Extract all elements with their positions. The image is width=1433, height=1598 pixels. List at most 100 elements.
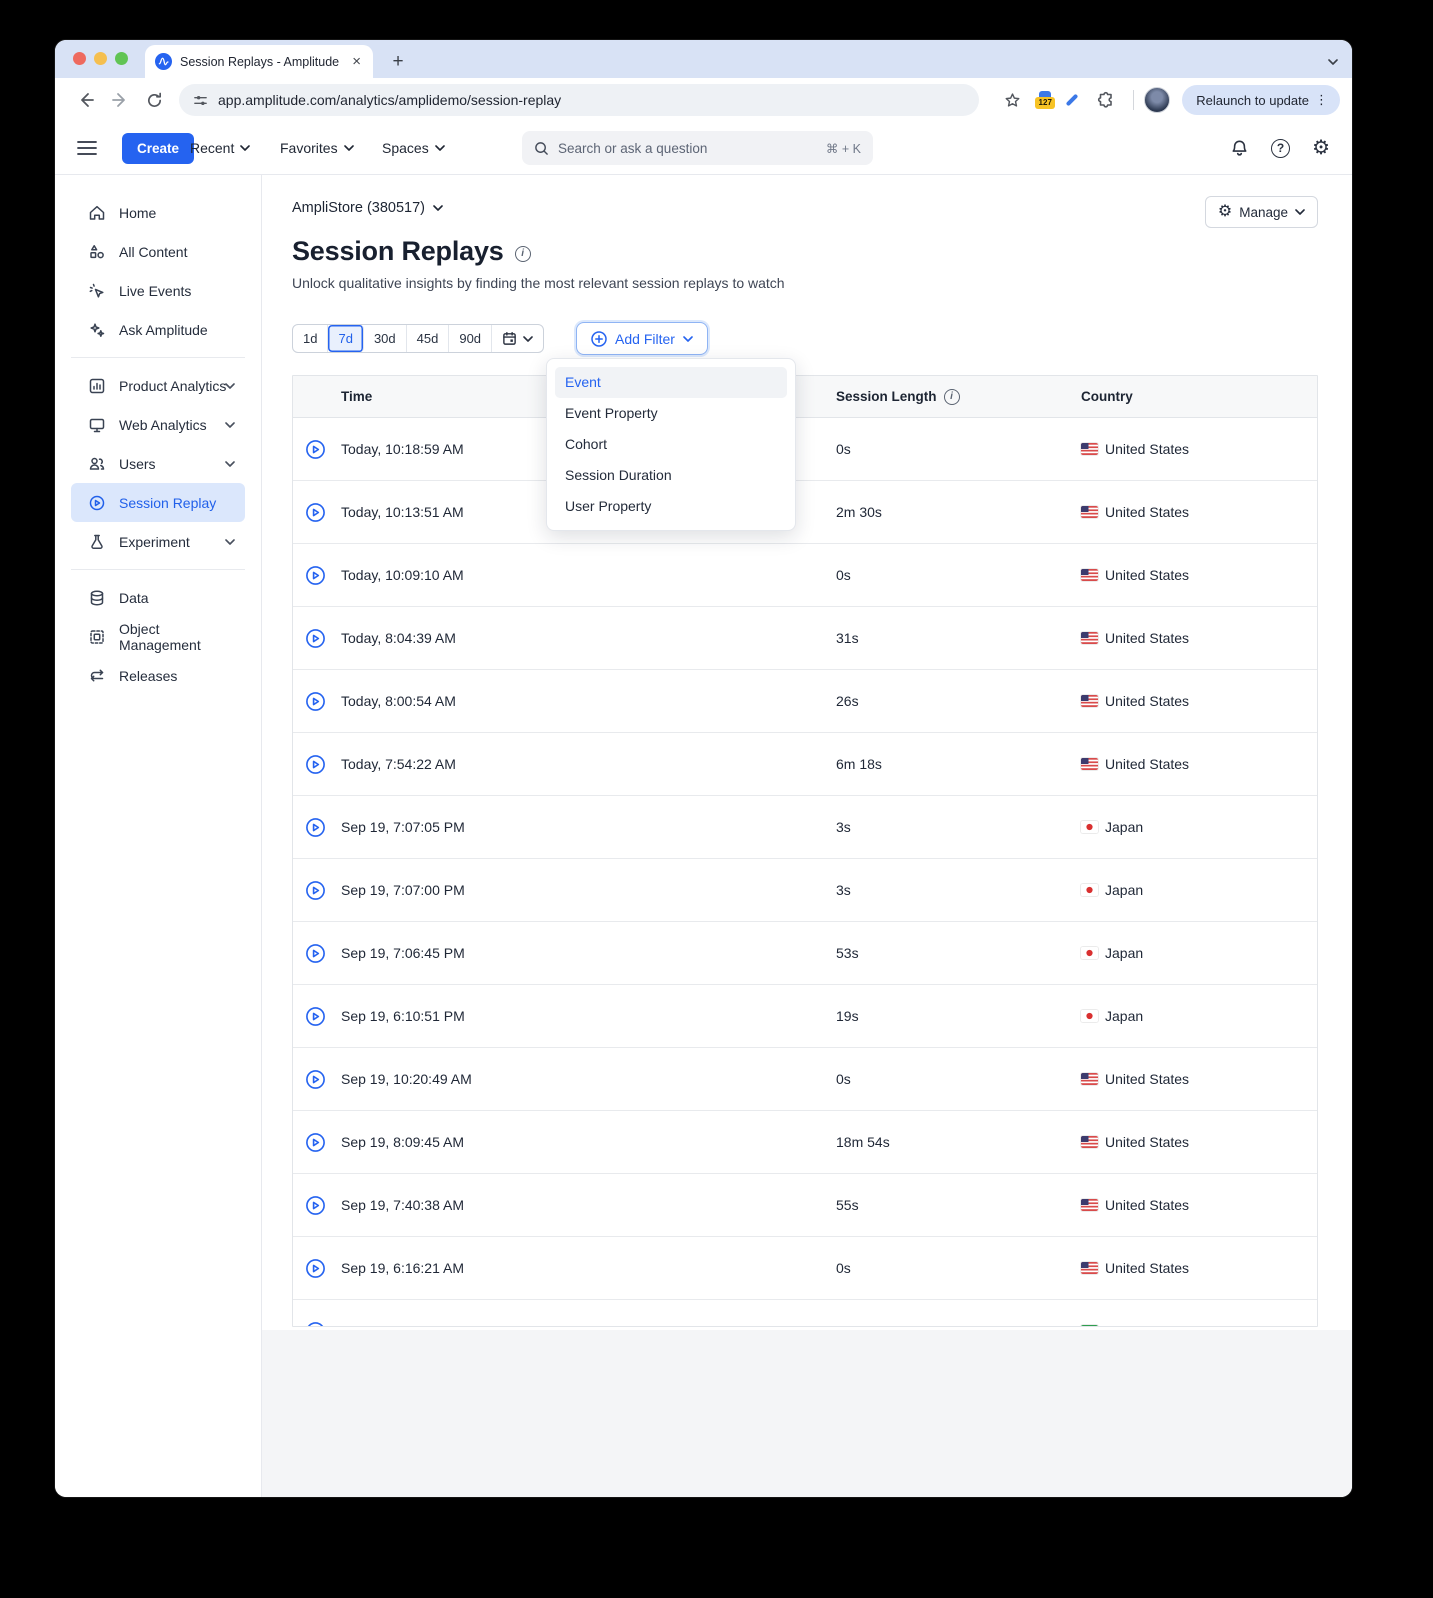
title-info-icon[interactable]: i (514, 245, 531, 262)
play-replay-icon[interactable] (305, 754, 326, 775)
menu-item-user-property[interactable]: User Property (555, 491, 787, 522)
table-row[interactable]: Sep 19, 7:07:00 PM 3s Japan (293, 859, 1317, 922)
play-replay-icon[interactable] (305, 817, 326, 838)
play-replay-icon[interactable] (305, 691, 326, 712)
session-length-info-icon[interactable]: i (943, 388, 960, 405)
table-row[interactable]: Today, 10:09:10 AM 0s United States (293, 544, 1317, 607)
session-replays-table: Time Session Length i Country Today, 10:… (292, 375, 1318, 1327)
table-row[interactable]: Sep 19, 7:06:45 PM 53s Japan (293, 922, 1317, 985)
menu-item-event-property[interactable]: Event Property (555, 398, 787, 429)
table-row[interactable]: Sep 19, 10:20:49 AM 0s United States (293, 1048, 1317, 1111)
create-button[interactable]: Create (122, 132, 195, 164)
custom-date-button[interactable] (492, 325, 543, 352)
play-replay-icon[interactable] (305, 502, 326, 523)
table-row[interactable]: Today, 10:13:51 AM 2m 30s United States (293, 481, 1317, 544)
sidebar-item-data[interactable]: Data (71, 578, 245, 617)
range-90d-button[interactable]: 90d (449, 325, 493, 352)
menu-item-cohort[interactable]: Cohort (555, 429, 787, 460)
sidebar-item-all-content[interactable]: All Content (71, 232, 245, 271)
play-replay-icon[interactable] (305, 439, 326, 460)
row-country: United States (1105, 567, 1190, 583)
play-replay-icon[interactable] (305, 1069, 326, 1090)
forward-icon[interactable] (103, 83, 137, 117)
play-replay-icon[interactable] (305, 628, 326, 649)
manage-button[interactable]: ⚙ Manage (1204, 196, 1318, 228)
play-replay-icon[interactable] (305, 1006, 326, 1027)
row-length: 3s (836, 819, 851, 835)
sidebar-item-live-events[interactable]: Live Events (71, 271, 245, 310)
menu-item-session-duration[interactable]: Session Duration (555, 460, 787, 491)
favorites-menu[interactable]: Favorites (280, 140, 354, 156)
play-replay-icon[interactable] (305, 565, 326, 586)
sidebar-item-releases[interactable]: Releases (71, 656, 245, 695)
maximize-window-button[interactable] (115, 52, 128, 65)
table-row[interactable]: Sep 19, 5:48:58 AM 0s Brazil (293, 1300, 1317, 1328)
sidebar-item-product-analytics[interactable]: Product Analytics (71, 366, 245, 405)
project-selector[interactable]: AmpliStore (380517) (292, 200, 443, 216)
play-replay-icon[interactable] (305, 1195, 326, 1216)
sidebar-item-ask-amplitude[interactable]: Ask Amplitude (71, 310, 245, 349)
sidebar-item-home[interactable]: Home (71, 193, 245, 232)
settings-gear-icon[interactable]: ⚙ (1312, 138, 1330, 158)
spaces-menu[interactable]: Spaces (382, 140, 445, 156)
session-table-body: Today, 10:18:59 AM 0s United States Toda… (293, 418, 1317, 1328)
table-row[interactable]: Today, 8:04:39 AM 31s United States (293, 607, 1317, 670)
sidebar-item-users[interactable]: Users (71, 444, 245, 483)
close-window-button[interactable] (73, 52, 86, 65)
extensions-puzzle-icon[interactable] (1089, 83, 1123, 117)
browser-window: Session Replays - Amplitude × + app.ampl… (55, 40, 1352, 1497)
sidebar-item-experiment[interactable]: Experiment (71, 522, 245, 561)
play-replay-icon[interactable] (305, 880, 326, 901)
sidebar-divider (71, 357, 245, 358)
extension-badge-icon[interactable]: 127 (1035, 91, 1056, 109)
help-icon[interactable]: ? (1271, 138, 1291, 158)
search-input[interactable]: Search or ask a question ⌘ + K (522, 131, 873, 165)
users-icon (89, 457, 105, 470)
chevron-down-icon (225, 538, 235, 545)
reload-icon[interactable] (137, 83, 171, 117)
row-length: 2m 30s (836, 504, 882, 520)
range-7d-button[interactable]: 7d (328, 325, 364, 352)
play-replay-icon[interactable] (305, 943, 326, 964)
sidebar-item-session-replay[interactable]: Session Replay (71, 483, 245, 522)
table-row[interactable]: Sep 19, 7:07:05 PM 3s Japan (293, 796, 1317, 859)
menu-item-event[interactable]: Event (555, 367, 787, 398)
range-30d-button[interactable]: 30d (364, 325, 407, 352)
play-replay-icon[interactable] (305, 1132, 326, 1153)
table-row[interactable]: Sep 19, 6:10:51 PM 19s Japan (293, 985, 1317, 1048)
add-filter-button[interactable]: Add Filter (576, 322, 708, 355)
table-row[interactable]: Today, 10:18:59 AM 0s United States (293, 418, 1317, 481)
minimize-window-button[interactable] (94, 52, 107, 65)
profile-avatar[interactable] (1144, 87, 1171, 113)
play-replay-icon[interactable] (305, 1321, 326, 1328)
table-row[interactable]: Today, 8:00:54 AM 26s United States (293, 670, 1317, 733)
recent-menu[interactable]: Recent (190, 140, 251, 156)
browser-tab[interactable]: Session Replays - Amplitude × (145, 45, 373, 78)
table-row[interactable]: Sep 19, 7:40:38 AM 55s United States (293, 1174, 1317, 1237)
back-icon[interactable] (69, 83, 103, 117)
row-country-cell: Japan (1081, 945, 1317, 961)
tab-search-chevron-icon[interactable] (1328, 52, 1338, 70)
browser-menu-icon[interactable]: ⋮ (1309, 92, 1334, 108)
home-icon (89, 205, 105, 220)
bookmark-star-icon[interactable] (995, 83, 1029, 117)
range-45d-button[interactable]: 45d (407, 325, 450, 352)
table-row[interactable]: Today, 7:54:22 AM 6m 18s United States (293, 733, 1317, 796)
country-flag-icon (1081, 506, 1098, 518)
pen-extension-icon[interactable] (1065, 93, 1079, 107)
notifications-bell-icon[interactable] (1230, 139, 1249, 158)
table-row[interactable]: Sep 19, 6:16:21 AM 0s United States (293, 1237, 1317, 1300)
table-row[interactable]: Sep 19, 8:09:45 AM 18m 54s United States (293, 1111, 1317, 1174)
sidebar-item-object-management[interactable]: Object Management (71, 617, 245, 656)
hamburger-menu-icon[interactable] (77, 140, 97, 156)
tab-close-icon[interactable]: × (350, 54, 363, 69)
range-1d-button[interactable]: 1d (293, 325, 329, 352)
play-replay-icon[interactable] (305, 1258, 326, 1279)
new-tab-button[interactable]: + (385, 49, 411, 75)
site-settings-icon[interactable] (193, 93, 208, 108)
row-country-cell: Japan (1081, 882, 1317, 898)
sidebar-item-web-analytics[interactable]: Web Analytics (71, 405, 245, 444)
relaunch-button[interactable]: Relaunch to update ⋮ (1182, 85, 1340, 115)
window-controls (73, 52, 128, 65)
url-bar[interactable]: app.amplitude.com/analytics/amplidemo/se… (179, 84, 979, 116)
